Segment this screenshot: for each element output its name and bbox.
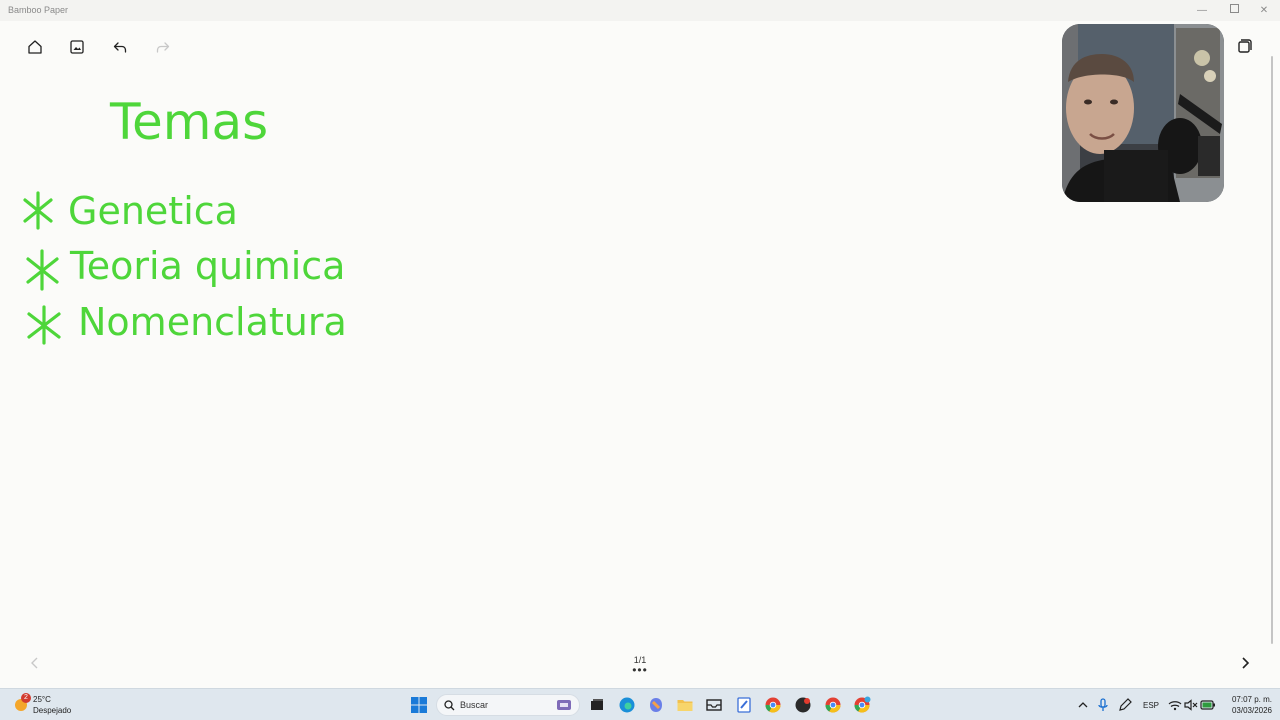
taskbar-app-2[interactable] bbox=[705, 696, 723, 714]
search-icon bbox=[444, 700, 455, 711]
fullscreen-icon bbox=[1238, 39, 1252, 53]
volume-muted-icon bbox=[1184, 699, 1198, 711]
clock-date[interactable]: 03/03/2026 bbox=[1222, 706, 1272, 715]
app-dark-icon bbox=[795, 697, 811, 713]
bullet-asterisk-icon bbox=[23, 191, 53, 230]
windows-logo-icon bbox=[411, 697, 427, 713]
taskbar-chrome-2[interactable] bbox=[824, 696, 842, 714]
taskbar-app-3[interactable] bbox=[794, 696, 812, 714]
list-item-teoria-quimica: Teoria quimica bbox=[69, 244, 345, 288]
list-item-genetica: Genetica bbox=[68, 189, 238, 233]
input-language[interactable]: ESP bbox=[1143, 701, 1159, 710]
presenter-video-feed bbox=[1062, 24, 1224, 202]
handwritten-heading: Temas bbox=[109, 93, 268, 151]
chevron-right-icon bbox=[1242, 657, 1250, 669]
edge-browser-icon bbox=[619, 697, 635, 713]
chevron-up-icon bbox=[1078, 702, 1088, 708]
chevron-left-icon bbox=[31, 657, 38, 669]
pen-menu-button[interactable] bbox=[1116, 696, 1134, 714]
chrome-browser-icon bbox=[765, 697, 781, 713]
notification-badge: 2 bbox=[21, 693, 31, 703]
bullet-asterisk-icon bbox=[26, 249, 59, 291]
clock-time[interactable]: 07:07 p. m. bbox=[1226, 695, 1272, 704]
show-hidden-icons-button[interactable] bbox=[1074, 696, 1092, 714]
taskbar: 2 25°C Despejado Buscar ESP 07:07 p. m. … bbox=[0, 688, 1280, 720]
taskbar-edge[interactable] bbox=[618, 696, 636, 714]
chrome-browser-icon bbox=[854, 696, 871, 713]
vertical-scrollbar[interactable] bbox=[1271, 56, 1273, 644]
webcam-overlay bbox=[1062, 24, 1224, 202]
folder-icon bbox=[677, 700, 693, 711]
start-button[interactable] bbox=[410, 696, 428, 714]
taskbar-chrome-1[interactable] bbox=[764, 696, 782, 714]
previous-page-button[interactable] bbox=[28, 656, 42, 670]
list-item-nomenclatura: Nomenclatura bbox=[78, 300, 347, 344]
title-bar: Bamboo Paper — ✕ bbox=[0, 0, 1280, 21]
task-view-button[interactable] bbox=[588, 696, 606, 714]
close-button[interactable]: ✕ bbox=[1253, 3, 1275, 18]
inbox-icon bbox=[706, 699, 722, 711]
app-title: Bamboo Paper bbox=[8, 5, 69, 15]
bullet-asterisk-icon bbox=[27, 305, 61, 345]
battery-button[interactable] bbox=[1199, 696, 1217, 714]
minimize-button[interactable]: — bbox=[1191, 3, 1213, 18]
bamboo-paper-icon bbox=[737, 697, 751, 713]
taskbar-search[interactable]: Buscar bbox=[436, 694, 580, 716]
chrome-browser-icon bbox=[825, 697, 841, 713]
taskbar-bamboo-paper[interactable] bbox=[735, 696, 753, 714]
microphone-icon bbox=[1098, 698, 1108, 711]
next-page-button[interactable] bbox=[1238, 656, 1252, 670]
taskbar-chrome-3[interactable] bbox=[853, 696, 871, 714]
maximize-icon bbox=[1229, 4, 1239, 13]
fullscreen-button[interactable] bbox=[1236, 37, 1254, 55]
volume-button[interactable] bbox=[1182, 696, 1200, 714]
microphone-button[interactable] bbox=[1094, 696, 1112, 714]
weather-temperature: 25°C bbox=[33, 695, 51, 704]
search-label: Buscar bbox=[460, 700, 489, 710]
task-view-icon bbox=[591, 699, 603, 710]
search-highlight-icon bbox=[557, 700, 571, 710]
taskbar-file-explorer[interactable] bbox=[676, 696, 694, 714]
maximize-button[interactable] bbox=[1223, 3, 1245, 18]
weather-condition: Despejado bbox=[33, 706, 72, 715]
more-options-button[interactable]: ••• bbox=[630, 664, 650, 676]
battery-icon bbox=[1200, 700, 1215, 710]
taskbar-copilot[interactable] bbox=[647, 696, 665, 714]
pen-icon bbox=[1119, 698, 1132, 711]
copilot-icon bbox=[650, 698, 662, 712]
